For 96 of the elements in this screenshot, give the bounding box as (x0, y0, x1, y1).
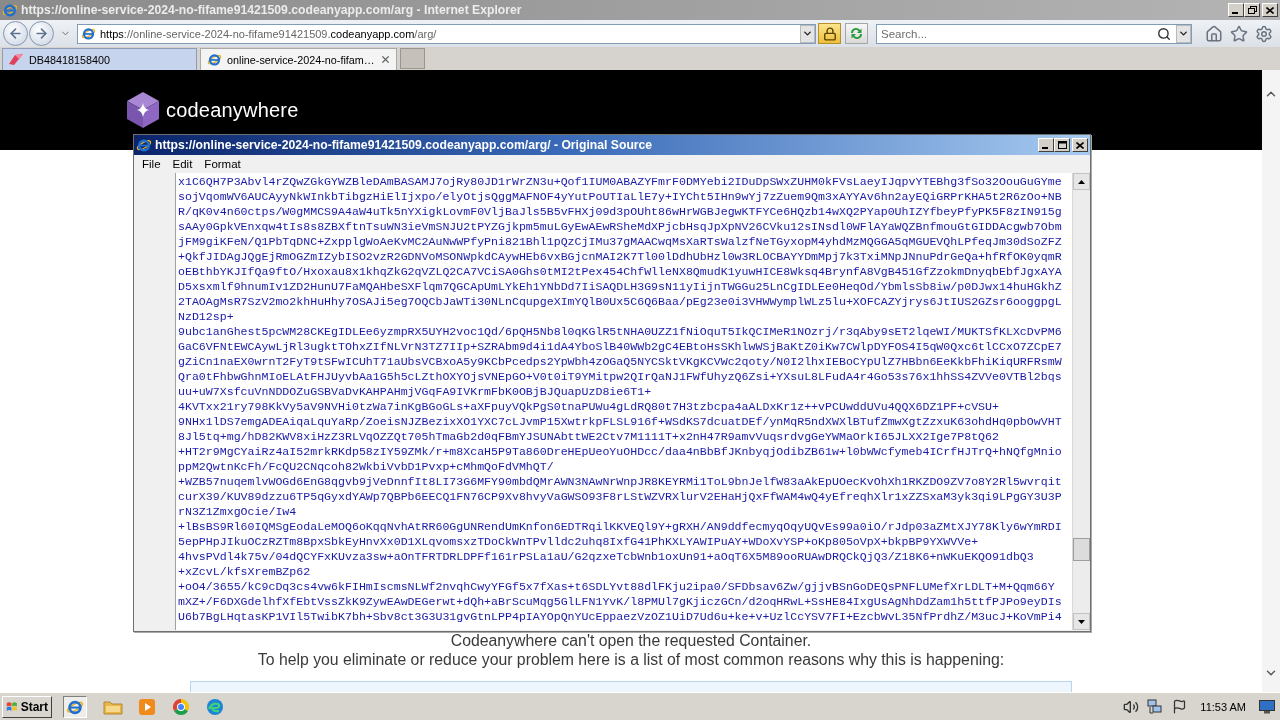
source-line: gZiCn1naEX0wrnT2FyT9tSFwICUhT71aUbsVCBxoA5y9KCbPcedps2YpWbh4zOGaQ5NYCSktVKgKCVWc2qoty/N0I2lhxIEBoCYpUlZ7HBbn6EeKkbFhiKiqURFRsmW (178, 354, 1062, 369)
security-button[interactable] (818, 23, 841, 44)
source-line: 9NHx1lDS7emgADEAiqaLquYaRp/ZoeisNJZBezixXO1YXC7cLJvmP15XwtrkpFLSL916f+WSdKS7dcuatDEf/ynMqR5ndXWXlBTufZmwXgtZzxuK63ohdHq0pbOwVHT (178, 414, 1062, 429)
close-icon (1266, 6, 1274, 14)
home-button[interactable] (1204, 23, 1224, 44)
source-line: GaC6VFNtEWCAywLjRl3ugktTOhxZIfNLVrN3TZ7IIp+SZRAbm9d4i1dA4YboSlB40WWb2gC4EBtoHsSKhlwWSjBaKtZ0iKw7CWlpDYFOS4I5qW0Qxc6tlCCxO7ZCpE7 (178, 339, 1062, 354)
back-button[interactable] (3, 21, 28, 46)
ring-logo-icon (172, 697, 190, 716)
refresh-icon (849, 27, 864, 40)
address-dropdown-button[interactable] (800, 24, 815, 43)
source-line: sAAy0GpkVEnxqw4tIs8s8ZBXftnTsuWN3ieVmSNJU2tPYZGjkpm5muLGyEwAEwRSheMdXPjcbHsqJpXpNV26CVku12sINsdl0WFlAYaWQZBnfmouGtGIDDAcgwb7Obm (178, 219, 1062, 234)
source-line: NzD12sp+ (178, 309, 234, 324)
taskbar-app-button[interactable] (63, 695, 87, 718)
source-window-title: https://online-service-2024-no-fifame91421509.codeanyapp.com/arg/ - Original Source (155, 138, 654, 152)
menu-item[interactable]: Format (198, 158, 247, 170)
minimize-button[interactable] (1228, 3, 1244, 17)
cube-logo-icon (125, 91, 161, 129)
menu-item[interactable]: File (136, 158, 167, 170)
caret-icon (802, 28, 813, 39)
browser-logo-icon (2, 2, 18, 18)
source-line: 9ubc1anGhest5pcWM28CKEgIDLEe6yzmpRX5UYH2voc1Qd/6pQH5Nb8l0qKGlR5tNHA0UZZ1fNiOquT5IkQCIMeR1NOzrj/r3qAby9sET2lqeWI/MUKTSfKLXcDvPM6 (178, 324, 1062, 339)
error-message: Codeanywhere can't open the requested Container. (450, 632, 812, 649)
lock-icon (822, 26, 837, 41)
browser-logo-icon (81, 26, 96, 41)
browser-tab[interactable]: DB48418158400 (2, 48, 197, 70)
play-icon (138, 697, 156, 716)
minimize-button[interactable] (1038, 138, 1054, 152)
source-line: 2TAOAgMsR7SzV2mo2khHuHhy7OSAJi5eg7OQCbJaWTi30NLnCqupgeXImYQlB0Ux5C6Q6Baa/pEg23e0i3VHWWymplWLz5lu+XOFCAZYjrys6JtIUS2GZsr6ooggpgL (178, 294, 1062, 309)
show-desktop-button[interactable] (1258, 697, 1276, 716)
source-line: sojVqomWV6AUCAyyNkWInkbTibgzHiElIjxpo/elyOtjsQggMAFNOF4yYutPoUTIaLlE7y+IYCht5IHn9wYj7zZuem9Qm3xAYYAv6hn2ayEQiGRPrKHA5t2R6zOo+NB (178, 189, 1062, 204)
logo-text: codeanywhere (166, 98, 299, 122)
scroll-down-button[interactable] (1073, 613, 1090, 630)
triangle-down-icon (1078, 619, 1085, 624)
maximize-button[interactable] (1054, 138, 1070, 152)
restore-icon (1247, 6, 1257, 14)
source-line: jFM9giKFeN/Q1PbTqDNC+ZxpplgWoAeKvMC2AuNwWPfyPni821Bhl1pQzCjIMu37gMAACwqMsXaRTsWalzfNeTGyxopM4yhdMzMQGGA5qMGUEVQhLPfeqJm30dSoZFZ (178, 234, 1062, 249)
flag-logo-icon (6, 699, 18, 714)
refresh-button[interactable] (845, 23, 868, 44)
search-icon (1157, 26, 1171, 41)
source-line: 5epPHpJIkuOCzRZTm8BpxSbkEyHnvXx0D1XLqvomsxzTDoCkWnTPvlldc2uhq8IxfG41PhKXLYAWIPuAY+WDoXvYSP+oKp805oVpX+bkpBP9YXWVVe+ (178, 534, 979, 549)
source-line: +lBsBS9Rl60IQMSgEodaLeMOQ6oKqqNvhAtRR60GgUNRendUmKnfon6EDTRqilKKVEQl9Y+gRXH/AN9ddfecmyqOqyUQvEs99a0iO/rJdp03aZMtXJY78Kly6wYmRDI (178, 519, 1062, 534)
window-title: https://online-service-2024-no-fifame91421509.codeanyapp.com/arg - Internet Explorer (21, 3, 523, 17)
settings-icon (1255, 24, 1273, 43)
maximize-icon (1057, 141, 1067, 149)
browser-logo-icon (207, 52, 222, 67)
source-line: curX39/KUV89dzzu6TP5qGyxdYAWp7QBPb6EECQ1FN76CP9Xv8hvyVaGWSO93F8rLStWZVRXlurV2EHaHjQxFfWAM4wQ4yEfreqhXlr1xZZSxaM3yk3qi9LPgGY3U3P (178, 489, 1062, 504)
flag-icon (1171, 699, 1187, 714)
start-button[interactable]: Start (2, 695, 52, 718)
star-icon (1230, 24, 1248, 43)
source-line: 8Jl5tq+mg/hD82KWV8xiHzZ3RLVqOZZQt705hTmaGb2d0qFBmYJSUNAbttWE2Ctv7M1111T+x2nH47R9amvVuqsrdvgGeYWMaOrkI65JLXX2Ige7P8tQ62 (178, 429, 999, 444)
source-line: +WZB57nuqemlvWOGd6EnG8qgvb9jVeDnnfIt8LI73G6MFY90mbdQMrAWN3NAwNrWnpJR8KEYRMi1ToL9bnJelfW83aAkEpUOecKvOhXh1RKZDO9ZV7o8Y2Rl5wvrqit (178, 474, 1062, 489)
close-icon (1076, 141, 1084, 149)
search-field[interactable]: Search... (876, 23, 1192, 44)
source-line: ppM2QwtnKcFh/FcQU2CNqcoh82WkbiVvbD1Pvxp+cMhmQoFdVMhQT/ (178, 459, 554, 474)
error-message: To help you eliminate or reduce your problem here is a list of most common reasons why this is happening: (257, 650, 1005, 670)
home-icon (1205, 24, 1223, 43)
folder-icon (103, 698, 123, 715)
source-line: x1C6QH7P3Abvl4rZQwZGkGYWZBleDAmBASAMJ7ojRy80JD1rWrZN3u+Qof1IUM0ABAZYFmrF0DMYebi2IDuDpSWxZUHM0kFVsLaeyIJqpvYTEBhg3fSo32OouGuGYme (178, 174, 1062, 189)
menu-item[interactable]: Edit (166, 158, 199, 170)
source-line: oEBthbYKJIfQa9ftO/Hxoxau8x1khqZkG2qVZLQ2CA7VCiSA0Ghs0tMI2tPex454ChfWlleNX8QmudK1yuwHICE8Wksq4BrynfA8VgB451GfZzokmDnyqbEbfJgxAYA (178, 264, 1062, 279)
source-line: D5xsxmlf9hnumIv1ZD2HunU7FaMQAHbeSXFlqm7QGCApUmLYkEh1YNbDd7IiSAQDLH3G9sN11yIijnTWGGu25LnCgIDLEe0HeqOd/YbmlsSb8iw/p0DJwx14huHGkhZ (178, 279, 1062, 294)
forward-button[interactable] (29, 21, 54, 46)
source-scrollbar[interactable] (1072, 173, 1090, 630)
source-line: rN3Z1ZmxgOcie/Iw4 (178, 504, 297, 519)
source-line: +HT2r9MgCYaiRz4aI52mrkRKdp58zIY59ZMk/r+m8XcaH5P9Ta860DreHEpUeoYuOHDcc/daa4nBbBfJKnbyqjOdibZB61w+l0bWWcfymeb4ICrfHJTrQ+hNQfgMnio (178, 444, 1062, 459)
source-line: 4hvsPVdl4k75v/04dQCYFxKUvza3sw+aOnTFRTDRLDPFf161rPSLa1aU/G2qzxeTcbWnb1oxUn91+aOqT6X5M89ooRUAwDRQCkQjQ3/Z18K6+nWKuEKQO91dbQ3 (178, 549, 1034, 564)
source-line: U6b7BgLHqtasKP1VIl5TwibK7bh+Sbv8ct3G3U31gvGtnLPP4pIAYOpQnYUcEppaezVzOZ1UiD7Ud6u+ke+v+UzlCcYSV7FI+EzcbWvL35NfPrdhZ/M3ucJ+KoVmPi4 (178, 609, 1062, 624)
triangle-up-icon (1078, 179, 1085, 184)
source-line: +QkfJIDAgJQgEjRmOGZmIZybISO2vzR2GDNVoMSONWpkdCAywHEb6vxBGjcnMAI2K7Tl00lDdhUbHzl0w3RLOCBAYYDmMpj7k3TxiMNpJNnuPdrGeQa+hfRfOK0yqmR (178, 249, 1062, 264)
browser-logo-icon (136, 137, 152, 153)
settings-button[interactable] (1254, 23, 1274, 44)
address-field[interactable]: https://online-service-2024-no-fifame91421509.codeanyapp.com/arg/ (77, 23, 816, 44)
source-line: +xZcvL/kfsXremBZp62 (178, 564, 311, 579)
favorites-button[interactable] (1229, 23, 1249, 44)
source-line: R/qK0v4n60ctps/W0gMMCS9A4aW4uTk5nYXigkLovmF0VljBaJls5B5vFHXj09d3pOUht86wHrWGBJegwKTFYCe6HQzb14wXQ2PYap0UhIZYfbeyPfyPK5F8zIN915g (178, 204, 1062, 219)
scroll-thumb[interactable] (1073, 538, 1090, 561)
caret-icon (1178, 28, 1189, 39)
source-line: Qra0tFhbwGhnMIoELAtFHJUyvbAa1G5h5cLZthOXYOjsVNEpGO+V0t0iT9YMitpw2QIrQaNJ1FWfUhyzQ6Zsi+YXsuL8LFudA4r4Go53s76x1hhSS4ZVVe0VTBl2bqs (178, 369, 1062, 384)
network-icon (1147, 698, 1164, 715)
monitor-icon (1259, 699, 1275, 714)
browser-tab[interactable]: online-service-2024-no-fifam… (200, 48, 397, 70)
scroll-up-button[interactable] (1073, 173, 1090, 190)
restore-button[interactable] (1244, 3, 1260, 17)
source-line: +oO4/3655/kC9cDq3cs4vw6kFIHmIscmsNLWf2nvqhCwyYFGf5x7fXas+t6SDLYvt88dlFKju2ipa0/SFDbsav6Zw/gjjvBSnGoDEQsPNFLUMefXrLDLT+M+Qqm66Y (178, 579, 1055, 594)
close-button[interactable] (1072, 138, 1088, 152)
clock: 11:53 AM (1200, 700, 1246, 713)
source-line: 4KVTxx21ry798KkVy5aV9NVHi0tzWa7inKgBGoGLs+aXFpuyVQkPgS0tnaPUWu4gLdRQ80t7H3tzbcpa4aALDxKr1z++vPCUwddUVu4QQX6DZ1PF+cVSU+ (178, 399, 999, 414)
close-icon[interactable] (380, 54, 391, 65)
wave-logo-icon (206, 697, 224, 716)
speaker-icon (1123, 698, 1140, 715)
page-scrollbar[interactable] (1262, 70, 1280, 692)
close-button[interactable] (1262, 3, 1278, 17)
network-button[interactable] (1146, 697, 1165, 716)
page-favicon-icon (9, 53, 24, 66)
source-line: uu+uW7XsfcuVnNDDOZuGSBVaDvKAHPAHmjVGqFA9IVKrmFbK0OBjBJQuapUzD8ie6T1+ (178, 384, 652, 399)
source-line: mXZ+/F6DXGdelhfXfEbtVssZkK9ZywEAwDEGerwt+dQh+aBrScuMqg5GlLFN1YvK/l8PMUl7gKjiczGCn/d2oqHRwL+SsHE84IxgUsAgNhDdZam1h5ttfPJPo9eyDIs (178, 594, 1062, 609)
